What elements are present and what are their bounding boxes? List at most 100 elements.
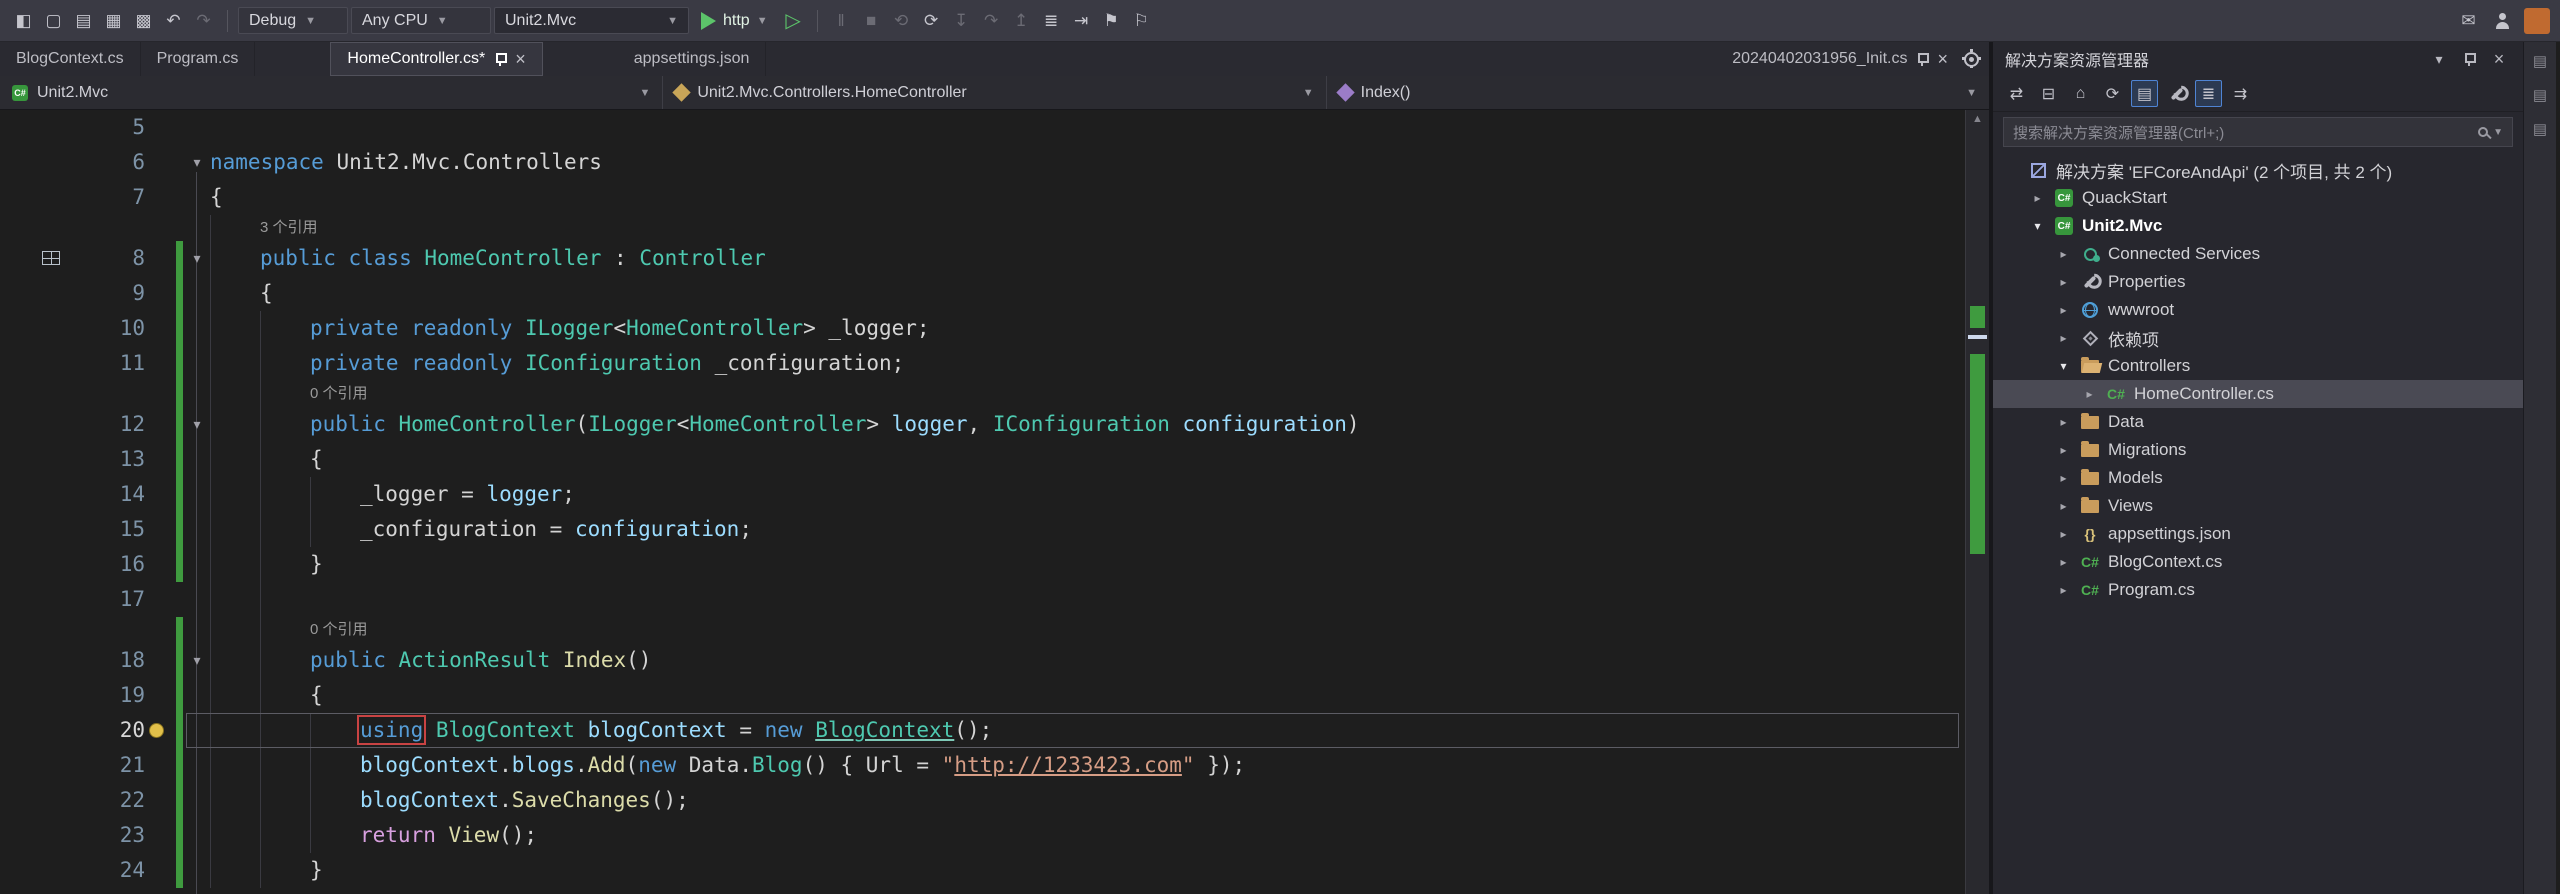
code-line[interactable]: 9{ <box>0 276 1965 311</box>
code-line[interactable]: 20 using BlogContext blogContext = new Bl… <box>0 713 1965 748</box>
close-icon[interactable]: × <box>515 50 526 68</box>
new-file-icon[interactable]: ▢ <box>40 7 67 34</box>
save-icon[interactable]: ▦ <box>100 7 127 34</box>
file-nesting-icon[interactable]: ≣ <box>2195 80 2222 107</box>
redo-icon[interactable]: ↷ <box>190 7 217 34</box>
codelens-row[interactable]: 0 个引用 <box>0 381 1965 407</box>
quick-actions-icon[interactable] <box>149 723 164 738</box>
code-line[interactable]: 8 ▾ public class HomeController : Controll… <box>0 241 1965 276</box>
platform-dropdown[interactable]: Any CPU ▼ <box>351 7 491 34</box>
line-number[interactable]: 7 <box>0 180 145 215</box>
code-line[interactable]: 17 <box>0 582 1965 617</box>
home-icon[interactable]: ⌂ <box>2067 80 2094 107</box>
chevron-right-icon[interactable]: ▸ <box>2081 387 2098 401</box>
line-number[interactable]: 19 <box>0 678 145 713</box>
pin-icon[interactable] <box>1916 52 1930 66</box>
tree-item-views[interactable]: ▸ Views <box>1993 492 2523 520</box>
chevron-right-icon[interactable]: ▸ <box>2055 443 2072 457</box>
open-folder-icon[interactable]: ▤ <box>70 7 97 34</box>
chevron-right-icon[interactable]: ▸ <box>2055 471 2072 485</box>
line-number[interactable]: 13 <box>0 442 145 477</box>
bookmark-icon[interactable]: ⚑ <box>1098 7 1125 34</box>
fold-chevron-icon[interactable]: ▾ <box>186 241 208 276</box>
code-line[interactable]: 22 blogContext.SaveChanges(); <box>0 783 1965 818</box>
tree-item-unit2.mvc[interactable]: ▾ C# Unit2.Mvc <box>1993 212 2523 240</box>
scroll-up-icon[interactable]: ▲ <box>1966 113 1989 125</box>
startup-project-dropdown[interactable]: Unit2.Mvc ▼ <box>494 7 689 34</box>
line-number[interactable]: 10 <box>0 311 145 346</box>
start-without-debugging-icon[interactable]: ▷ <box>780 8 807 33</box>
code-line[interactable]: 19 { <box>0 678 1965 713</box>
bookmark-list-icon[interactable]: ⚐ <box>1128 7 1155 34</box>
window-position-icon[interactable]: ▾ <box>2427 47 2451 71</box>
fold-chevron-icon[interactable]: ▾ <box>186 145 208 180</box>
fold-chevron-icon[interactable]: ▾ <box>186 407 208 442</box>
undo-icon[interactable]: ↶ <box>160 7 187 34</box>
line-number[interactable]: 24 <box>0 853 145 888</box>
line-number[interactable]: 6 <box>0 145 145 180</box>
tool-window-tab-icon[interactable]: ▤ <box>2533 86 2547 104</box>
codelens-row[interactable]: 3 个引用 <box>0 215 1965 241</box>
run-button[interactable]: http ▼ <box>692 7 777 34</box>
code-line[interactable]: 18 ▾ public ActionResult Index() <box>0 643 1965 678</box>
line-number[interactable]: 9 <box>0 276 145 311</box>
search-input[interactable]: 搜索解决方案资源管理器(Ctrl+;) ▼ <box>2003 117 2513 147</box>
solution-explorer-titlebar[interactable]: 解决方案资源管理器 ▾ × <box>1993 42 2523 76</box>
sync-active-icon[interactable]: ⇉ <box>2227 80 2254 107</box>
show-all-files-icon[interactable]: ▤ <box>2131 80 2158 107</box>
step-into-icon[interactable]: ↧ <box>948 7 975 34</box>
send-feedback-icon[interactable]: ✉ <box>2455 7 2482 34</box>
line-number[interactable]: 18 <box>0 643 145 678</box>
save-all-icon[interactable]: ▩ <box>130 7 157 34</box>
line-number[interactable]: 14 <box>0 477 145 512</box>
code-line[interactable]: 11 private readonly IConfiguration _confi… <box>0 346 1965 381</box>
line-number[interactable]: 25 <box>0 888 145 894</box>
codelens-references[interactable]: 3 个引用 <box>260 219 318 236</box>
code-line[interactable]: 14 _logger = logger; <box>0 477 1965 512</box>
code-line[interactable]: 7{ <box>0 180 1965 215</box>
chevron-right-icon[interactable]: ▸ <box>2055 527 2072 541</box>
tree-item--efcoreandapi-2-2-[interactable]: 解决方案 'EFCoreAndApi' (2 个项目, 共 2 个) <box>1993 156 2523 184</box>
tree-item-data[interactable]: ▸ Data <box>1993 408 2523 436</box>
restart-icon[interactable]: ⟲ <box>888 7 915 34</box>
pause-icon[interactable]: ‖ <box>828 7 855 34</box>
line-icon[interactable]: ≣ <box>1038 7 1065 34</box>
close-icon[interactable]: × <box>2487 47 2511 71</box>
codelens-row[interactable]: 0 个引用 <box>0 617 1965 643</box>
tree-item-wwwroot[interactable]: ▸ wwwroot <box>1993 296 2523 324</box>
tree-item-models[interactable]: ▸ Models <box>1993 464 2523 492</box>
account-icon[interactable] <box>2488 7 2515 34</box>
code-line[interactable]: 24} <box>0 853 1965 888</box>
type-breadcrumb-dropdown[interactable]: Unit2.Mvc.Controllers.HomeController ▼ <box>663 76 1327 109</box>
tree-item-migrations[interactable]: ▸ Migrations <box>1993 436 2523 464</box>
hot-reload-icon[interactable]: ⟳ <box>918 7 945 34</box>
chevron-right-icon[interactable]: ▸ <box>2055 415 2072 429</box>
line-number[interactable]: 22 <box>0 783 145 818</box>
code-line[interactable]: 16} <box>0 547 1965 582</box>
code-line[interactable]: 12 ▾ public HomeController(ILogger<HomeCon… <box>0 407 1965 442</box>
user-avatar[interactable] <box>2524 7 2550 34</box>
line-number[interactable]: 23 <box>0 818 145 853</box>
indent-icon[interactable]: ⇥ <box>1068 7 1095 34</box>
tab-document[interactable]: BlogContext.cs <box>0 42 141 76</box>
switch-view-icon[interactable]: ⇄ <box>2003 80 2030 107</box>
tool-window-tab-icon[interactable]: ▤ <box>2533 52 2547 70</box>
line-number[interactable]: 12 <box>0 407 145 442</box>
chevron-right-icon[interactable]: ▸ <box>2055 583 2072 597</box>
chevron-down-icon[interactable]: ▾ <box>2055 359 2072 373</box>
preview-tab[interactable]: 20240402031956_Init.cs × <box>1716 50 1954 68</box>
line-number[interactable]: 5 <box>0 110 145 145</box>
line-number[interactable]: 20 <box>0 713 145 748</box>
code-line[interactable]: 6 ▾ namespace Unit2.Mvc.Controllers <box>0 145 1965 180</box>
codelens-references[interactable]: 0 个引用 <box>310 621 368 638</box>
codelens-references[interactable]: 0 个引用 <box>310 385 368 402</box>
code-line[interactable]: 21 blogContext.blogs.Add(new Data.Blog() … <box>0 748 1965 783</box>
line-number[interactable]: 21 <box>0 748 145 783</box>
line-number[interactable]: 16 <box>0 547 145 582</box>
step-over-icon[interactable]: ↷ <box>978 7 1005 34</box>
tool-window-tab-icon[interactable]: ▤ <box>2533 120 2547 138</box>
member-breadcrumb-dropdown[interactable]: Index() ▼ <box>1327 76 1989 109</box>
tree-item-homecontroller.cs[interactable]: ▸ C# HomeController.cs <box>1993 380 2523 408</box>
tree-item-appsettings.json[interactable]: ▸ {} appsettings.json <box>1993 520 2523 548</box>
tab-active-document[interactable]: HomeController.cs* × <box>330 42 543 76</box>
